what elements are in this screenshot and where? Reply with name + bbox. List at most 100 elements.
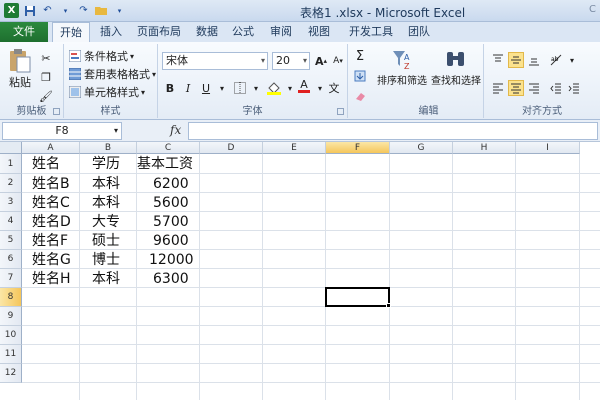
cell-styles-button[interactable]: 单元格样式 ▾ bbox=[68, 84, 145, 100]
fill-down-icon[interactable] bbox=[352, 68, 368, 84]
row-header-9[interactable]: 9 bbox=[0, 307, 22, 326]
fill-color-icon[interactable] bbox=[266, 80, 282, 96]
row-header-10[interactable]: 10 bbox=[0, 326, 22, 345]
tab-formulas[interactable]: 公式 bbox=[226, 22, 260, 42]
data-cell[interactable]: 姓名G bbox=[32, 250, 71, 269]
data-cell[interactable]: 姓名D bbox=[32, 212, 71, 231]
row-header-2[interactable]: 2 bbox=[0, 174, 22, 193]
insert-function-button[interactable]: fx bbox=[170, 123, 181, 137]
row-header-4[interactable]: 4 bbox=[0, 212, 22, 231]
fill-handle[interactable] bbox=[386, 303, 391, 308]
row-header-6[interactable]: 6 bbox=[0, 250, 22, 269]
font-launcher-icon[interactable] bbox=[337, 108, 344, 115]
undo-dropdown-icon[interactable]: ▾ bbox=[58, 3, 73, 18]
column-header-h[interactable]: H bbox=[453, 142, 516, 154]
column-header-e[interactable]: E bbox=[263, 142, 326, 154]
cut-icon[interactable]: ✂ bbox=[38, 50, 54, 66]
borders-icon[interactable] bbox=[232, 80, 248, 96]
data-cell[interactable]: 12000 bbox=[149, 250, 194, 269]
tab-review[interactable]: 审阅 bbox=[264, 22, 298, 42]
decrease-indent-icon[interactable] bbox=[548, 80, 564, 96]
data-cell[interactable]: 姓名B bbox=[32, 174, 70, 193]
redo-icon[interactable]: ↷ bbox=[76, 3, 91, 18]
data-cell[interactable]: 6200 bbox=[153, 174, 189, 193]
header-cell[interactable]: 姓名 bbox=[32, 154, 60, 174]
copy-icon[interactable]: ❐ bbox=[38, 69, 54, 85]
tab-file[interactable]: 文件 bbox=[0, 22, 48, 42]
shrink-font-button[interactable]: A ▾ bbox=[330, 53, 346, 69]
data-cell[interactable]: 5600 bbox=[153, 193, 189, 212]
font-size-combo[interactable]: 20 ▾ bbox=[272, 52, 310, 70]
open-folder-icon[interactable] bbox=[94, 3, 109, 18]
select-all-corner[interactable] bbox=[0, 142, 22, 154]
name-box-dropdown-icon[interactable]: ▾ bbox=[114, 123, 118, 139]
data-cell[interactable]: 姓名H bbox=[32, 269, 71, 288]
align-right-icon[interactable] bbox=[526, 80, 542, 96]
underline-dropdown-icon[interactable]: ▾ bbox=[214, 80, 230, 96]
column-header-a[interactable]: A bbox=[22, 142, 80, 154]
header-cell[interactable]: 学历 bbox=[92, 154, 120, 174]
tab-home[interactable]: 开始 bbox=[52, 22, 90, 43]
data-cell[interactable]: 本科 bbox=[92, 193, 120, 212]
data-cell[interactable]: 博士 bbox=[92, 250, 120, 269]
tab-developer[interactable]: 开发工具 bbox=[342, 22, 400, 42]
data-cell[interactable]: 9600 bbox=[153, 231, 189, 250]
save-icon[interactable] bbox=[22, 3, 37, 18]
underline-button[interactable]: U bbox=[198, 80, 214, 96]
grow-font-button[interactable]: A ▴ bbox=[313, 53, 329, 69]
sort-filter-button[interactable]: AZ 排序和筛选 bbox=[376, 48, 428, 87]
increase-indent-icon[interactable] bbox=[566, 80, 582, 96]
align-left-icon[interactable] bbox=[490, 80, 506, 96]
orientation-icon[interactable]: ab bbox=[548, 52, 564, 68]
align-center-icon[interactable] bbox=[508, 80, 524, 96]
data-cell[interactable]: 本科 bbox=[92, 174, 120, 193]
tab-data[interactable]: 数据 bbox=[190, 22, 224, 42]
column-header-g[interactable]: G bbox=[390, 142, 453, 154]
worksheet-grid[interactable]: A B C D E F G H I 1 2 3 4 5 6 7 8 9 10 11 12 姓名 学历 基本工资 姓名B 本科 620… bbox=[0, 142, 600, 400]
tab-team[interactable]: 团队 bbox=[402, 22, 436, 42]
phonetic-button[interactable]: 文 bbox=[326, 80, 342, 96]
italic-button[interactable]: I bbox=[180, 80, 196, 96]
bold-button[interactable]: B bbox=[162, 80, 178, 96]
undo-icon[interactable]: ↶ bbox=[40, 3, 55, 18]
data-cell[interactable]: 本科 bbox=[92, 269, 120, 288]
autosum-icon[interactable]: Σ bbox=[352, 48, 368, 64]
paste-button[interactable]: 粘贴 bbox=[6, 48, 34, 90]
find-select-button[interactable]: 查找和选择 bbox=[430, 48, 482, 87]
align-top-icon[interactable] bbox=[490, 52, 506, 68]
column-header-f[interactable]: F bbox=[326, 142, 390, 154]
row-header-3[interactable]: 3 bbox=[0, 193, 22, 212]
clear-icon[interactable] bbox=[352, 88, 368, 104]
data-cell[interactable]: 姓名F bbox=[32, 231, 68, 250]
data-cell[interactable]: 大专 bbox=[92, 212, 120, 231]
column-header-i[interactable]: I bbox=[516, 142, 580, 154]
clipboard-launcher-icon[interactable] bbox=[53, 108, 60, 115]
excel-app-icon[interactable]: X bbox=[4, 3, 19, 18]
column-header-b[interactable]: B bbox=[80, 142, 137, 154]
row-header-12[interactable]: 12 bbox=[0, 364, 22, 383]
data-cell[interactable]: 5700 bbox=[153, 212, 189, 231]
active-cell-selection[interactable] bbox=[325, 287, 391, 308]
data-cell[interactable]: 硕士 bbox=[92, 231, 120, 250]
row-header-5[interactable]: 5 bbox=[0, 231, 22, 250]
formula-input[interactable] bbox=[188, 122, 598, 140]
row-header-11[interactable]: 11 bbox=[0, 345, 22, 364]
column-header-c[interactable]: C bbox=[137, 142, 200, 154]
name-box[interactable]: F8 ▾ bbox=[2, 122, 122, 140]
borders-dropdown-icon[interactable]: ▾ bbox=[248, 80, 264, 96]
customize-qat-icon[interactable]: ▾ bbox=[112, 3, 127, 18]
data-cell[interactable]: 姓名C bbox=[32, 193, 70, 212]
header-cell[interactable]: 基本工资 bbox=[137, 154, 193, 174]
font-name-combo[interactable]: 宋体 ▾ bbox=[162, 52, 268, 70]
align-bottom-icon[interactable] bbox=[526, 52, 542, 68]
tab-insert[interactable]: 插入 bbox=[94, 22, 128, 42]
orientation-dropdown-icon[interactable]: ▾ bbox=[564, 52, 580, 68]
row-header-8[interactable]: 8 bbox=[0, 288, 22, 307]
conditional-format-button[interactable]: 条件格式 ▾ bbox=[68, 48, 134, 64]
font-color-button[interactable]: A bbox=[296, 78, 312, 94]
tab-page-layout[interactable]: 页面布局 bbox=[130, 22, 188, 42]
tab-view[interactable]: 视图 bbox=[302, 22, 336, 42]
column-header-d[interactable]: D bbox=[200, 142, 263, 154]
row-header-1[interactable]: 1 bbox=[0, 154, 22, 174]
data-cell[interactable]: 6300 bbox=[153, 269, 189, 288]
